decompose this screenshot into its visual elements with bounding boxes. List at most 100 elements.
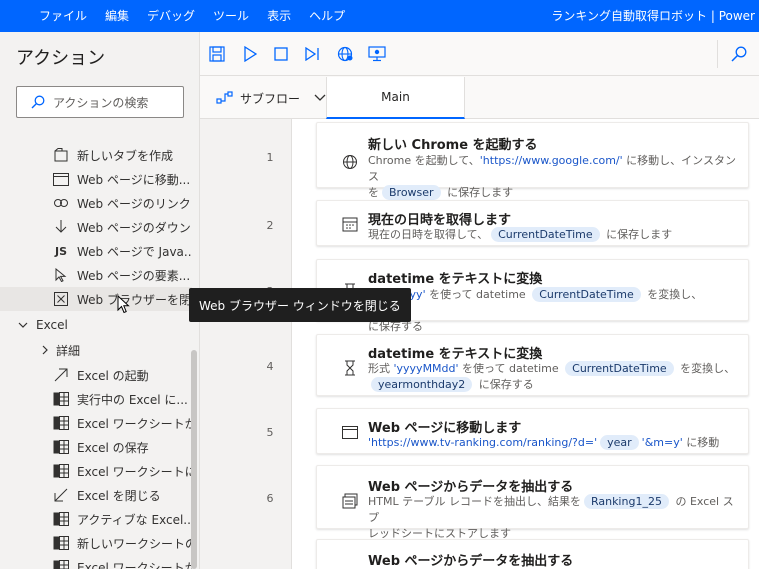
action-save-excel[interactable]: Excel の保存 [0, 435, 192, 459]
action-label: Web ページの要素... [77, 268, 191, 283]
step-title: 新しい Chrome を起動する [368, 138, 538, 153]
variable-token: CurrentDateTime [532, 287, 641, 302]
action-run-javascript[interactable]: JS Web ページで Java... [0, 239, 192, 263]
action-launch-excel[interactable]: Excel の起動 [0, 363, 192, 387]
action-search-input[interactable]: アクションの検索 [16, 86, 184, 118]
action-label: Excel ワークシートか... [77, 416, 192, 431]
action-label: 新しいタブを作成 [77, 148, 174, 163]
action-add-worksheet[interactable]: 新しいワークシートの... [0, 531, 192, 555]
toolbar-separator [717, 40, 718, 68]
variable-token: Browser [382, 185, 441, 200]
step-description: 'https://www.tv-ranking.com/ranking/?d='… [368, 435, 720, 450]
save-button[interactable] [207, 44, 227, 64]
search-icon [731, 46, 747, 62]
action-activate-excel[interactable]: アクティブな Excel... [0, 507, 192, 531]
stop-button[interactable] [271, 44, 291, 64]
close-arrow-icon [52, 486, 70, 504]
menu-view[interactable]: 表示 [258, 0, 300, 32]
flow-canvas: 1 新しい Chrome を起動する Chrome を起動して、'https:/… [200, 119, 759, 569]
window-title: ランキング自動取得ロボット | Power [551, 9, 755, 23]
action-go-to-web-page[interactable]: Web ページに移動... [0, 167, 192, 191]
action-label: Excel ワークシートか... [77, 560, 192, 569]
menu-file[interactable]: ファイル [30, 0, 96, 32]
chevron-right-icon [42, 345, 48, 355]
menu-edit[interactable]: 編集 [96, 0, 138, 32]
action-label: Web ページに移動... [77, 172, 191, 187]
variable-token: yearmonthday2 [371, 377, 473, 392]
flow-step[interactable]: Web ページからデータを抽出する [316, 539, 749, 569]
desktop-recorder-button[interactable] [367, 44, 387, 64]
step-title: Web ページからデータを抽出する [368, 480, 574, 495]
actions-title: アクション [16, 48, 106, 69]
step-description: Chrome を起動して、'https://www.google.com/' に… [368, 154, 736, 200]
excel-group-label: Excel [36, 318, 68, 332]
search-placeholder: アクションの検索 [53, 95, 149, 110]
close-browser-icon [52, 290, 70, 308]
action-label: 新しいワークシートの... [77, 536, 192, 551]
excel-grid-icon [52, 534, 70, 552]
search-icon [31, 95, 45, 109]
action-label: アクティブな Excel... [77, 512, 192, 527]
subflow-dropdown[interactable]: サブフロー [216, 87, 326, 109]
actions-scrollbar[interactable] [191, 350, 197, 569]
action-page-element[interactable]: Web ページの要素... [0, 263, 192, 287]
step-description: 形式 'yyyy' を使って datetime CurrentDateTime … [368, 287, 703, 333]
action-label: Excel の保存 [77, 440, 149, 455]
action-read-worksheet[interactable]: Excel ワークシートか... [0, 411, 192, 435]
step-description: 形式 'yyyyMMdd' を使って datetime CurrentDateT… [368, 361, 736, 392]
step-title: Web ページからデータを抽出する [368, 554, 574, 569]
action-download[interactable]: Web ページのダウン... [0, 215, 192, 239]
menu-debug[interactable]: デバッグ [138, 0, 204, 32]
action-write-worksheet[interactable]: Excel ワークシートに... [0, 459, 192, 483]
flow-step[interactable]: 現在の日時を取得します 現在の日時を取得して、 CurrentDateTime に… [316, 200, 749, 246]
action-label: 実行中の Excel に... [77, 392, 188, 407]
action-label: Excel ワークシートに... [77, 464, 192, 479]
calendar-icon [341, 215, 359, 233]
action-attach-excel[interactable]: 実行中の Excel に... [0, 387, 192, 411]
excel-group-header[interactable]: Excel [0, 313, 192, 337]
excel-grid-icon [52, 510, 70, 528]
toolbar [200, 32, 759, 76]
menu-tools[interactable]: ツール [204, 0, 258, 32]
menu-bar: ファイル 編集 デバッグ ツール 表示 ヘルプ ランキング自動取得ロボット | … [0, 0, 759, 32]
line-number: 6 [266, 492, 274, 505]
variable-token: CurrentDateTime [491, 227, 600, 242]
mouse-cursor-icon [117, 295, 130, 314]
step-button[interactable] [302, 44, 322, 64]
play-icon [244, 46, 257, 62]
step-description: 現在の日時を取得して、 CurrentDateTime に保存します [368, 227, 673, 242]
subflow-label: サブフロー [240, 91, 301, 106]
step-title: 現在の日時を取得します [368, 213, 512, 228]
search-button[interactable] [729, 44, 749, 64]
flow-step[interactable]: 新しい Chrome を起動する Chrome を起動して、'https://w… [316, 122, 749, 200]
action-label: Web ページのダウン... [77, 220, 192, 235]
variable-token: Ranking1_25 [583, 494, 669, 509]
flow-step[interactable]: datetime をテキストに変換 形式 'yyyyMMdd' を使って dat… [316, 334, 749, 396]
run-button[interactable] [240, 44, 260, 64]
action-click-link[interactable]: Web ページのリンク... [0, 191, 192, 215]
action-label: Excel を閉じる [77, 488, 161, 503]
extract-data-icon [341, 492, 359, 510]
line-number: 2 [266, 219, 274, 232]
web-recorder-button[interactable] [335, 44, 355, 64]
chevron-down-icon [314, 94, 326, 101]
action-worksheet-more[interactable]: Excel ワークシートか... [0, 555, 192, 569]
excel-detail-group[interactable]: 詳細 [0, 338, 192, 362]
action-close-browser[interactable]: Web ブラウザーを閉... [0, 287, 192, 311]
globe-icon [341, 153, 359, 171]
excel-grid-icon [52, 390, 70, 408]
flow-step[interactable]: Web ページからデータを抽出する HTML テーブル レコードを抽出し、結果を… [316, 465, 749, 540]
menu-help[interactable]: ヘルプ [300, 0, 354, 32]
variable-token: year [600, 435, 639, 450]
chevron-down-icon [18, 322, 28, 328]
action-label: Excel の起動 [77, 368, 149, 383]
excel-grid-icon [52, 438, 70, 456]
action-close-excel[interactable]: Excel を閉じる [0, 483, 192, 507]
tab-main[interactable]: Main [326, 77, 465, 119]
excel-grid-icon [52, 462, 70, 480]
step-title: Web ページに移動します [368, 421, 522, 436]
flow-step[interactable]: Web ページに移動します 'https://www.tv-ranking.co… [316, 408, 749, 454]
action-label: Web ページで Java... [77, 244, 192, 259]
action-new-tab[interactable]: 新しいタブを作成 [0, 143, 192, 167]
stop-icon [274, 47, 288, 61]
